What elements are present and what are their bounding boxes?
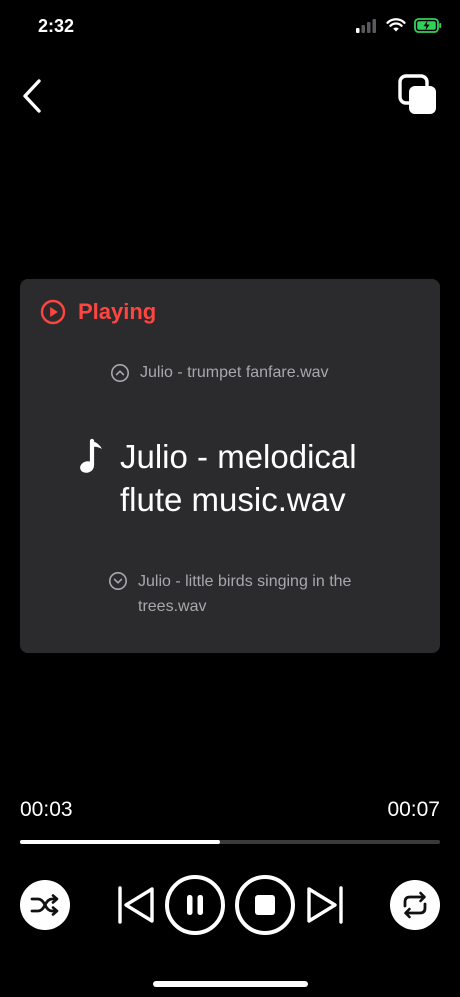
playing-status: Playing bbox=[40, 299, 156, 325]
pause-button[interactable] bbox=[165, 875, 225, 935]
player-screen: 2:32 Playing Julio - trumpet fanfare.wav… bbox=[0, 0, 460, 997]
previous-track-title: Julio - trumpet fanfare.wav bbox=[140, 364, 329, 381]
chevron-up-circle-icon bbox=[111, 364, 129, 382]
play-circle-icon bbox=[40, 299, 66, 325]
now-playing-card: Playing Julio - trumpet fanfare.wav Juli… bbox=[20, 279, 440, 653]
next-track-item[interactable]: Julio - little birds singing in the tree… bbox=[108, 569, 368, 619]
skip-forward-button[interactable] bbox=[305, 883, 345, 927]
total-time: 00:07 bbox=[387, 798, 440, 821]
skip-back-icon bbox=[118, 886, 154, 924]
repeat-icon bbox=[403, 891, 427, 919]
elapsed-time: 00:03 bbox=[20, 798, 73, 821]
stop-button[interactable] bbox=[235, 875, 295, 935]
copy-icon bbox=[398, 74, 436, 114]
chevron-left-icon bbox=[23, 79, 41, 113]
skip-forward-icon bbox=[307, 886, 343, 924]
home-indicator bbox=[153, 981, 308, 987]
chevron-down-circle-icon bbox=[109, 572, 127, 590]
progress-bar[interactable] bbox=[20, 840, 440, 844]
repeat-button[interactable] bbox=[390, 880, 440, 930]
stop-icon bbox=[255, 895, 275, 915]
current-track-title: Julio - melodical flute music.wav bbox=[120, 438, 357, 518]
status-icons bbox=[356, 18, 442, 33]
back-button[interactable] bbox=[18, 76, 48, 116]
skip-back-button[interactable] bbox=[116, 883, 156, 927]
shuffle-icon bbox=[30, 894, 59, 916]
wifi-icon bbox=[386, 18, 406, 32]
progress-fill bbox=[20, 840, 220, 844]
pause-icon bbox=[187, 895, 203, 915]
music-note-icon bbox=[80, 438, 102, 473]
status-time: 2:32 bbox=[38, 16, 75, 36]
shuffle-button[interactable] bbox=[20, 880, 70, 930]
battery-charging-icon bbox=[414, 18, 442, 33]
next-track-title: Julio - little birds singing in the tree… bbox=[138, 573, 352, 615]
playing-label: Playing bbox=[78, 299, 157, 324]
previous-track-item[interactable]: Julio - trumpet fanfare.wav bbox=[110, 363, 329, 383]
copy-button[interactable] bbox=[398, 74, 438, 116]
cellular-signal-icon bbox=[356, 18, 376, 33]
current-track-item: Julio - melodical flute music.wav bbox=[78, 435, 410, 521]
